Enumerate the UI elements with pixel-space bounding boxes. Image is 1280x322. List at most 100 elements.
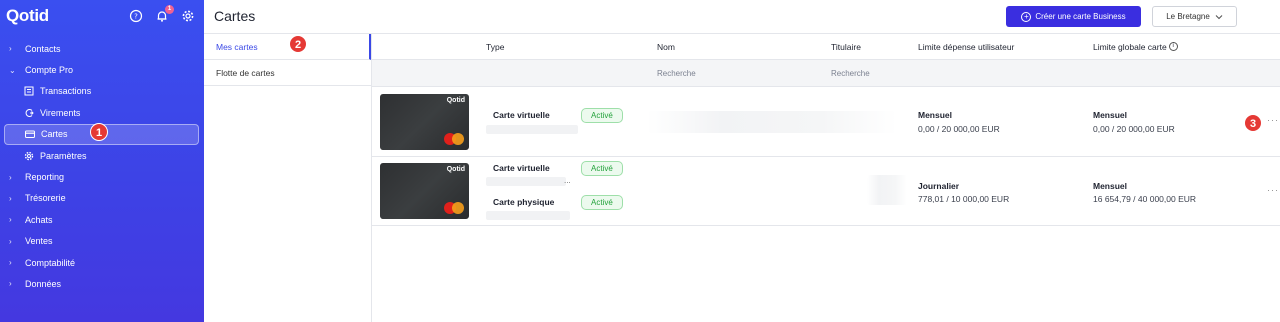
chevron-right-icon: › <box>9 215 12 225</box>
user-limit-value: 778,01 / 10 000,00 EUR <box>918 194 1010 204</box>
table-filter-row: Recherche Recherche <box>372 60 1280 87</box>
chevron-right-icon: › <box>9 236 12 246</box>
bell-icon[interactable]: 1 <box>155 5 174 23</box>
page-title: Cartes <box>214 8 256 24</box>
entity-select-value: Le Bretagne <box>1166 12 1210 21</box>
sidebar-item-virements[interactable]: Virements <box>0 102 204 123</box>
sidebar-item-compte-pro[interactable]: ⌄ Compte Pro <box>0 59 204 80</box>
nom-search-input[interactable]: Recherche <box>657 60 696 86</box>
entity-select[interactable]: Le Bretagne <box>1152 6 1237 27</box>
card-type: Carte physique <box>493 197 555 207</box>
mastercard-icon <box>444 133 464 145</box>
card-type: Carte virtuelle <box>493 110 550 120</box>
settings-gear-icon[interactable] <box>181 9 195 23</box>
sidebar-item-label: Contacts <box>25 43 61 54</box>
sidebar-item-label: Reporting <box>25 172 65 183</box>
transfer-icon <box>25 108 34 117</box>
titulaire-search-input[interactable]: Recherche <box>831 60 870 86</box>
global-limit-value: 16 654,79 / 40 000,00 EUR <box>1093 194 1197 204</box>
step-marker-1: 1 <box>90 123 108 141</box>
chevron-right-icon: › <box>9 193 12 203</box>
cards-submenu: Mes cartes Flotte de cartes <box>204 34 372 322</box>
sidebar-item-tresorerie[interactable]: › Trésorerie <box>0 188 204 209</box>
status-badge: Activé <box>581 108 623 123</box>
table-header: Type Nom Titulaire Limite dépense utilis… <box>372 34 1280 60</box>
sidebar-item-achats[interactable]: › Achats <box>0 209 204 230</box>
app-logo[interactable]: Qotid <box>6 6 49 26</box>
row-menu-button[interactable]: ··· <box>1267 115 1279 125</box>
step-marker-2: 2 <box>289 35 307 53</box>
step-marker-3: 3 <box>1244 114 1262 132</box>
sidebar-item-label: Trésorerie <box>25 193 66 204</box>
column-header-type[interactable]: Type <box>486 34 504 59</box>
plus-circle-icon: + <box>1021 11 1032 22</box>
card-number-redacted <box>486 211 570 220</box>
card-brand-logo: Qotid <box>446 166 465 173</box>
cards-table: Type Nom Titulaire Limite dépense utilis… <box>372 34 1280 226</box>
gear-icon <box>24 151 34 160</box>
sidebar-item-ventes[interactable]: › Ventes <box>0 231 204 252</box>
submenu-item-flotte-de-cartes[interactable]: Flotte de cartes <box>204 60 371 86</box>
sidebar-item-parametres[interactable]: Paramètres <box>0 145 204 166</box>
help-icon[interactable]: ? <box>129 9 143 23</box>
submenu-item-label: Mes cartes <box>216 41 258 52</box>
card-icon <box>25 130 35 139</box>
chevron-right-icon: › <box>9 258 12 268</box>
sidebar-item-label: Transactions <box>40 86 92 97</box>
card-number-trail: ... <box>564 176 571 185</box>
sidebar-item-reporting[interactable]: › Reporting <box>0 166 204 187</box>
user-limit-period: Journalier <box>918 181 960 191</box>
list-icon <box>24 86 34 96</box>
sidebar-item-transactions[interactable]: Transactions <box>0 81 204 102</box>
row-menu-button[interactable]: ··· <box>1267 185 1279 195</box>
sidebar-item-label: Ventes <box>25 236 53 247</box>
card-thumbnail[interactable]: Qotid <box>380 163 469 219</box>
chevron-down-icon <box>1215 14 1223 19</box>
card-brand-logo: Qotid <box>446 97 465 104</box>
global-limit-value: 0,00 / 20 000,00 EUR <box>1093 124 1175 134</box>
sidebar: Qotid ? 1 › Contacts ⌄ Compte Pro Transact… <box>0 0 204 322</box>
sidebar-item-label: Achats <box>25 214 53 225</box>
svg-text:?: ? <box>134 13 138 21</box>
chevron-right-icon: › <box>9 44 12 54</box>
sidebar-item-label: Comptabilité <box>25 257 76 268</box>
column-header-global-limit-label: Limite globale carte <box>1093 41 1167 52</box>
chevron-right-icon: › <box>9 279 12 289</box>
status-badge: Activé <box>581 195 623 210</box>
table-row[interactable]: Qotid Carte virtuelle ... Activé Carte p… <box>372 157 1280 226</box>
card-thumbnail[interactable]: Qotid <box>380 94 469 150</box>
card-number-redacted <box>486 177 566 186</box>
user-limit-value: 0,00 / 20 000,00 EUR <box>918 124 1000 134</box>
sidebar-item-label: Paramètres <box>40 150 87 161</box>
create-business-card-button[interactable]: + Créer une carte Business <box>1006 6 1141 27</box>
chevron-right-icon: › <box>9 172 12 182</box>
top-icons: ? 1 <box>129 5 195 23</box>
sidebar-item-contacts[interactable]: › Contacts <box>0 38 204 59</box>
redacted-holder <box>867 175 907 205</box>
sidebar-item-label: Virements <box>40 107 81 118</box>
mastercard-icon <box>444 202 464 214</box>
sidebar-item-label: Compte Pro <box>25 65 74 76</box>
sidebar-item-label: Cartes <box>41 129 68 140</box>
column-header-titulaire[interactable]: Titulaire <box>831 34 861 59</box>
sidebar-nav: › Contacts ⌄ Compte Pro Transactions Virem… <box>0 38 204 295</box>
info-icon[interactable]: i <box>1168 42 1178 51</box>
status-badge: Activé <box>581 161 623 176</box>
column-header-global-limit[interactable]: Limite globale carte i <box>1093 34 1178 59</box>
notification-count: 1 <box>165 5 174 14</box>
sidebar-item-label: Données <box>25 278 62 289</box>
chevron-down-icon: ⌄ <box>9 65 16 75</box>
sidebar-item-comptabilite[interactable]: › Comptabilité <box>0 252 204 273</box>
table-row[interactable]: Qotid Carte virtuelle Activé Mensuel 0,0… <box>372 87 1280 157</box>
column-header-user-limit[interactable]: Limite dépense utilisateur <box>918 34 1014 59</box>
create-business-card-label: Créer une carte Business <box>1035 12 1126 21</box>
submenu-item-label: Flotte de cartes <box>216 67 275 78</box>
sidebar-item-donnees[interactable]: › Données <box>0 273 204 294</box>
user-limit-period: Mensuel <box>918 110 953 120</box>
submenu-item-mes-cartes[interactable]: Mes cartes <box>204 34 371 60</box>
card-type: Carte virtuelle <box>493 163 550 173</box>
column-header-nom[interactable]: Nom <box>657 34 675 59</box>
global-limit-period: Mensuel <box>1093 110 1128 120</box>
global-limit-period: Mensuel <box>1093 181 1128 191</box>
card-number-redacted <box>486 125 578 134</box>
